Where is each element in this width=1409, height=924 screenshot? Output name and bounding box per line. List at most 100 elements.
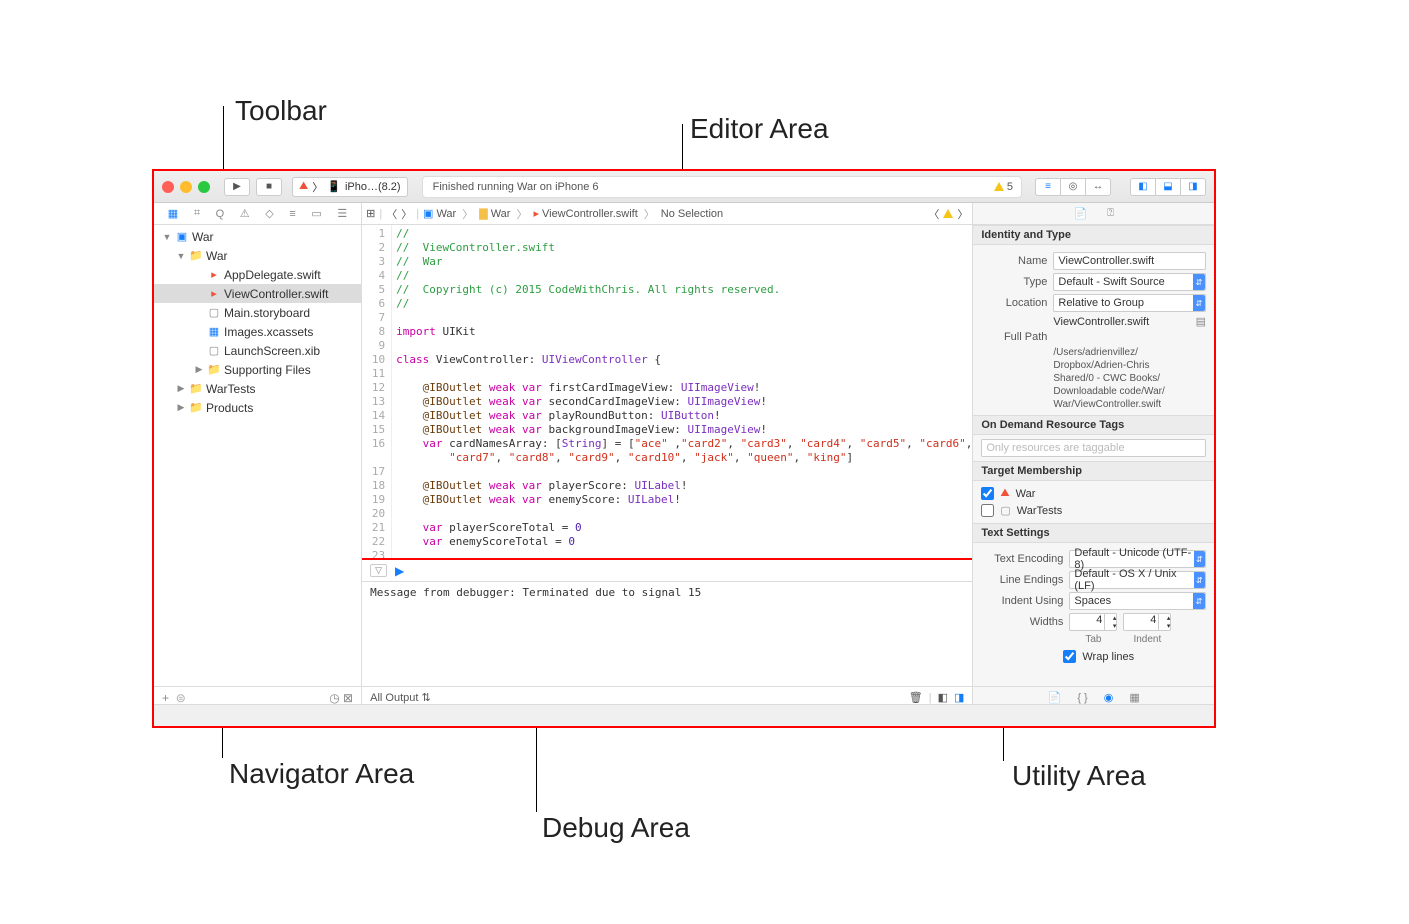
file-inspector-tab-icon[interactable]: 📄 xyxy=(1074,207,1088,220)
issue-navigator-tab-icon[interactable]: ⚠ xyxy=(240,207,250,220)
recent-icon[interactable]: ◷ xyxy=(329,691,339,705)
toggle-debug-button[interactable]: ⬓ xyxy=(1155,178,1181,196)
warnings-count[interactable]: 5 xyxy=(994,181,1013,193)
object-library-icon[interactable]: ◉ xyxy=(1104,691,1114,704)
crumb-project[interactable]: War xyxy=(436,208,456,220)
line-endings-select[interactable]: Default - OS X / Unix (LF)⇵ xyxy=(1069,571,1206,589)
minimize-window-icon[interactable] xyxy=(180,181,192,193)
back-icon[interactable]: 〈 xyxy=(386,206,397,222)
version-editor-button[interactable]: ↔ xyxy=(1085,178,1111,196)
tree-item[interactable]: ▢LaunchScreen.xib xyxy=(154,341,361,360)
code-snippet-library-icon[interactable]: { } xyxy=(1077,692,1087,704)
tree-item[interactable]: ▶📁Products xyxy=(154,398,361,417)
project-navigator-tab-icon[interactable]: ▦ xyxy=(168,207,178,220)
scm-icon[interactable]: ⊠ xyxy=(343,691,353,705)
zoom-window-icon[interactable] xyxy=(198,181,210,193)
wrap-lines-label: Wrap lines xyxy=(1082,651,1134,663)
debug-console[interactable]: Message from debugger: Terminated due to… xyxy=(362,582,972,686)
next-issue-icon[interactable]: 〉 xyxy=(957,206,968,222)
target-war-checkbox[interactable] xyxy=(981,487,994,500)
crumb-file[interactable]: ViewController.swift xyxy=(542,208,638,220)
variables-view-icon[interactable]: ◧ xyxy=(938,691,948,704)
folder-icon[interactable]: ▤ xyxy=(1196,315,1206,328)
activity-status: Finished running War on iPhone 6 5 xyxy=(422,176,1022,198)
stop-button[interactable]: ■ xyxy=(256,178,282,196)
crumb-selection[interactable]: No Selection xyxy=(661,208,723,220)
annotation-editor: Editor Area xyxy=(690,113,829,145)
tree-item[interactable]: ▸ViewController.swift xyxy=(154,284,361,303)
utility-area: 📄 ⍰ Identity and Type Name ViewControlle… xyxy=(973,203,1214,708)
tree-item[interactable]: ▼▣War xyxy=(154,227,361,246)
tree-item[interactable]: ▢Main.storyboard xyxy=(154,303,361,322)
crumb-folder[interactable]: War xyxy=(491,208,511,220)
odr-tags-input: Only resources are taggable xyxy=(981,439,1206,457)
annotation-navigator: Navigator Area xyxy=(229,758,414,790)
type-select[interactable]: Default - Swift Source⇵ xyxy=(1053,273,1206,291)
assistant-editor-button[interactable]: ◎ xyxy=(1060,178,1086,196)
toggle-utility-button[interactable]: ◨ xyxy=(1180,178,1206,196)
annotation-utility: Utility Area xyxy=(1012,760,1146,792)
tree-item[interactable]: ▦Images.xcassets xyxy=(154,322,361,341)
test-navigator-tab-icon[interactable]: ◇ xyxy=(265,207,273,220)
tree-item[interactable]: ▶📁WarTests xyxy=(154,379,361,398)
debug-dropdown-icon[interactable]: ▽ xyxy=(370,564,387,577)
find-navigator-tab-icon[interactable]: Q xyxy=(216,208,225,220)
scheme-selector[interactable]: ⛰〉📱 iPho…(8.2) xyxy=(292,177,408,197)
trash-icon[interactable]: 🗑 xyxy=(909,691,923,704)
source-code[interactable]: //// ViewController.swift// War//// Copy… xyxy=(392,225,972,558)
file-template-library-icon[interactable]: 📄 xyxy=(1048,691,1062,704)
annotation-toolbar: Toolbar xyxy=(235,95,327,127)
tab-width-stepper[interactable]: 4▴▾ xyxy=(1069,613,1117,631)
tree-item[interactable]: ▸AppDelegate.swift xyxy=(154,265,361,284)
standard-editor-button[interactable]: ≡ xyxy=(1035,178,1061,196)
text-encoding-label: Text Encoding xyxy=(981,553,1063,565)
close-window-icon[interactable] xyxy=(162,181,174,193)
text-encoding-select[interactable]: Default - Unicode (UTF-8)⇵ xyxy=(1069,550,1206,568)
location-select[interactable]: Relative to Group⇵ xyxy=(1053,294,1206,312)
project-tree[interactable]: ▼▣War▼📁War▸AppDelegate.swift▸ViewControl… xyxy=(154,225,361,686)
indent-using-select[interactable]: Spaces⇵ xyxy=(1069,592,1206,610)
symbol-navigator-tab-icon[interactable]: ⌗ xyxy=(194,207,200,220)
tree-item[interactable]: ▶📁Supporting Files xyxy=(154,360,361,379)
console-view-icon[interactable]: ◨ xyxy=(954,691,964,704)
output-filter[interactable]: All Output ⇅ xyxy=(370,691,431,704)
breakpoint-indicator-icon[interactable]: ▶ xyxy=(395,564,404,578)
console-message: Message from debugger: Terminated due to… xyxy=(370,586,701,599)
toolbar: ▶ ■ ⛰〉📱 iPho…(8.2) Finished running War … xyxy=(154,171,1214,203)
fullpath-label: Full Path xyxy=(981,331,1047,343)
name-input[interactable]: ViewController.swift xyxy=(1053,252,1206,270)
inspector-tabs: 📄 ⍰ xyxy=(973,203,1214,225)
add-file-icon[interactable]: + xyxy=(162,691,169,705)
view-panels-segmented: ◧ ⬓ ◨ xyxy=(1131,178,1206,196)
annotation-debug: Debug Area xyxy=(542,812,690,844)
breakpoint-navigator-tab-icon[interactable]: ▭ xyxy=(311,207,321,220)
status-text: Finished running War on iPhone 6 xyxy=(433,181,599,193)
jump-bar[interactable]: ⊞ | 〈 〉 | ▣War 〉 ▇War 〉 ▸ViewController.… xyxy=(362,203,972,225)
warning-icon xyxy=(943,209,953,218)
line-endings-label: Line Endings xyxy=(981,574,1063,586)
related-items-icon[interactable]: ⊞ xyxy=(366,207,375,220)
debug-navigator-tab-icon[interactable]: ≡ xyxy=(289,208,295,220)
tree-item[interactable]: ▼📁War xyxy=(154,246,361,265)
prev-issue-icon[interactable]: 〈 xyxy=(928,206,939,222)
indent-width-stepper[interactable]: 4▴▾ xyxy=(1123,613,1171,631)
report-navigator-tab-icon[interactable]: ☰ xyxy=(337,207,347,220)
media-library-icon[interactable]: ▦ xyxy=(1129,691,1139,704)
target-membership-header: Target Membership xyxy=(973,461,1214,481)
target-wartests-label: WarTests xyxy=(1017,505,1062,517)
forward-icon[interactable]: 〉 xyxy=(401,206,412,222)
editor-mode-segmented: ≡ ◎ ↔ xyxy=(1036,178,1111,196)
source-editor[interactable]: 12345678910111213141516 1718192021222324… xyxy=(362,225,972,558)
widths-label: Widths xyxy=(981,616,1063,628)
target-wartests-checkbox[interactable] xyxy=(981,504,994,517)
toggle-navigator-button[interactable]: ◧ xyxy=(1130,178,1156,196)
target-war-label: War xyxy=(1016,488,1036,500)
identity-header: Identity and Type xyxy=(973,225,1214,245)
filter-icon[interactable]: ⊜ xyxy=(176,691,186,705)
line-gutter[interactable]: 12345678910111213141516 1718192021222324… xyxy=(362,225,392,558)
wrap-lines-checkbox[interactable] xyxy=(1063,650,1076,663)
scheme-label: iPho…(8.2) xyxy=(345,181,401,193)
run-button[interactable]: ▶ xyxy=(224,178,250,196)
quick-help-tab-icon[interactable]: ⍰ xyxy=(1107,207,1114,220)
type-label: Type xyxy=(981,276,1047,288)
